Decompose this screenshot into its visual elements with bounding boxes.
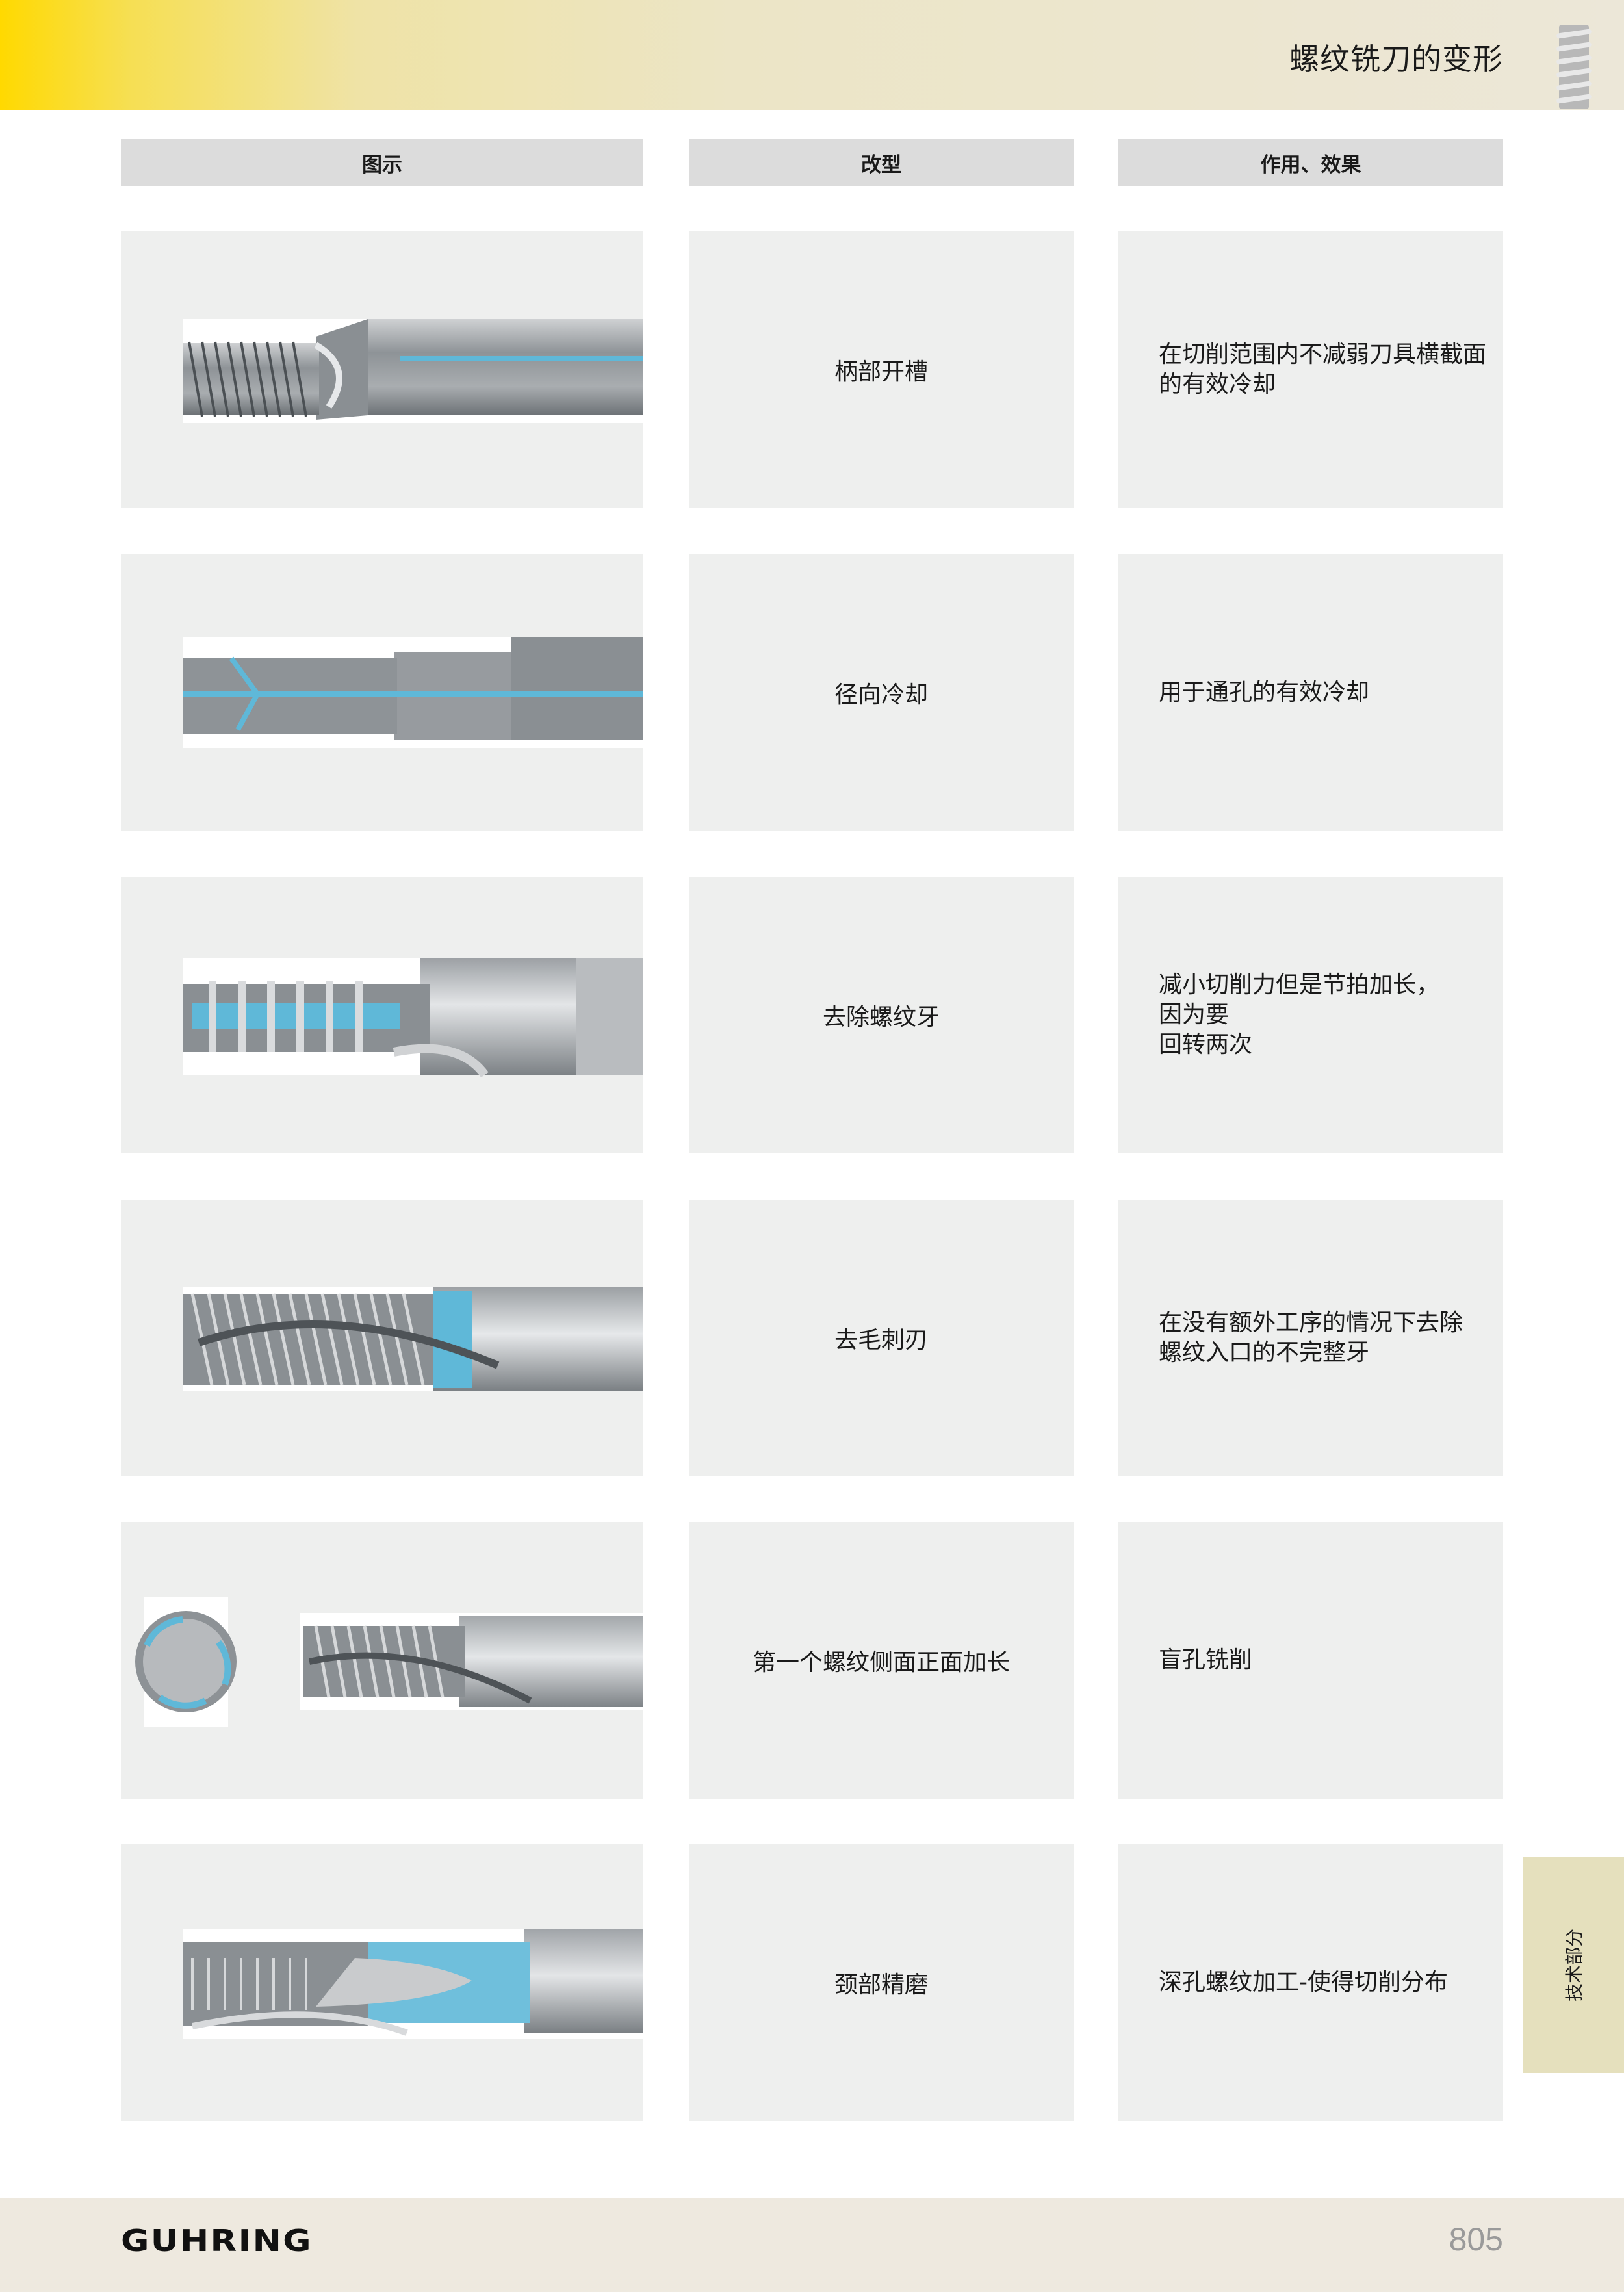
column-header-image: 图示 — [121, 139, 643, 186]
modification-cell: 去毛刺刃 — [689, 1200, 1074, 1476]
effect-cell: 用于通孔的有效冷却 — [1118, 554, 1503, 831]
page-footer: GUHRING 805 — [0, 2198, 1624, 2292]
page-title: 螺纹铣刀的变形 — [1289, 42, 1503, 77]
effect-cell: 在没有额外工序的情况下去除 螺纹入口的不完整牙 — [1118, 1200, 1503, 1476]
page-header: 螺纹铣刀的变形 — [0, 0, 1624, 110]
guhring-logo: GUHRING — [121, 2223, 313, 2258]
page-number: 805 — [1449, 2221, 1503, 2258]
tool-thread-removed-image — [121, 877, 643, 1153]
effect-cell: 在切削范围内不减弱刀具横截面 的有效冷却 — [1118, 231, 1503, 508]
effect-cell: 盲孔铣削 — [1118, 1522, 1503, 1799]
section-side-tab[interactable]: 技术部分 — [1523, 1857, 1624, 2073]
effect-cell: 深孔螺纹加工-使得切削分布 — [1118, 1844, 1503, 2121]
tool-shank-slot-image — [121, 231, 643, 508]
side-tab-label: 技术部分 — [1564, 1928, 1585, 2002]
modification-cell: 颈部精磨 — [689, 1844, 1074, 2121]
effect-cell: 减小切削力但是节拍加长， 因为要 回转两次 — [1118, 877, 1503, 1153]
modification-cell: 去除螺纹牙 — [689, 877, 1074, 1153]
modification-cell: 第一个螺纹侧面正面加长 — [689, 1522, 1074, 1799]
tool-neck-ground-image — [121, 1844, 643, 2121]
column-header-modification: 改型 — [689, 139, 1074, 186]
tool-radial-coolant-image — [121, 554, 643, 831]
tool-deburr-image — [121, 1200, 643, 1476]
modification-cell: 径向冷却 — [689, 554, 1074, 831]
tool-front-flank-image — [121, 1522, 643, 1799]
column-header-effect: 作用、效果 — [1118, 139, 1503, 186]
modification-cell: 柄部开槽 — [689, 231, 1074, 508]
thread-tool-icon — [1556, 25, 1592, 109]
